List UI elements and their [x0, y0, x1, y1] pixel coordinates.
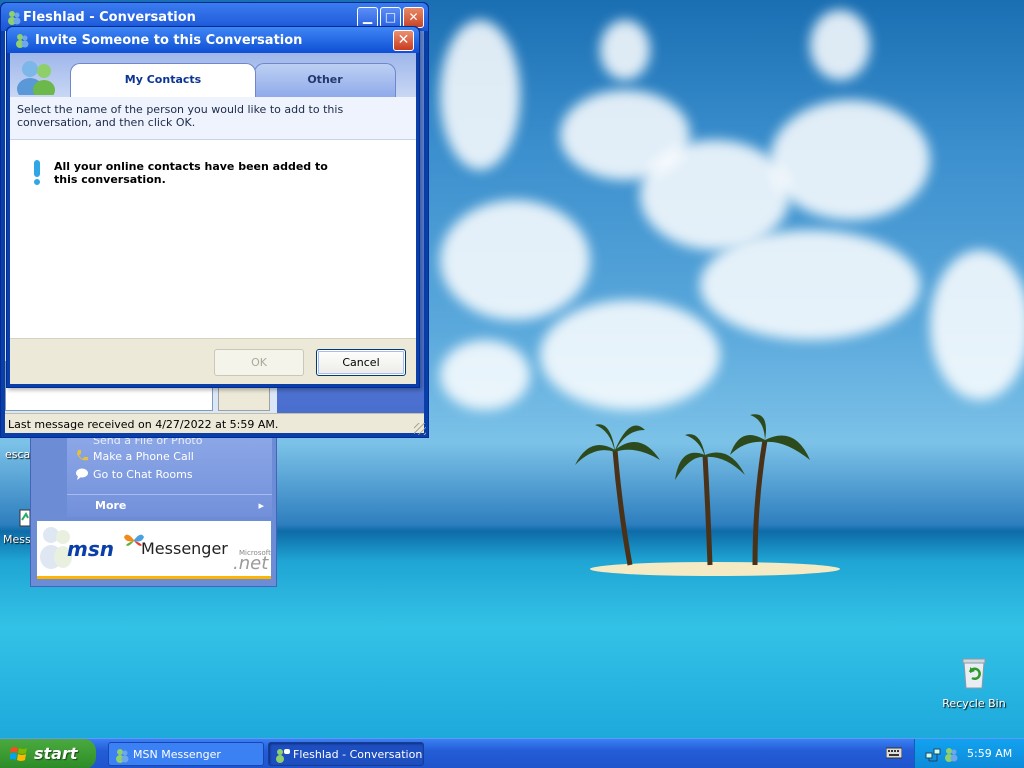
- status-bar: Last message received on 4/27/2022 at 5:…: [5, 413, 424, 433]
- cloud: [770, 100, 930, 220]
- task-phone-call[interactable]: Make a Phone Call: [75, 449, 194, 463]
- messenger-wordmark: Messenger: [141, 539, 228, 558]
- close-icon: ✕: [397, 32, 410, 48]
- minimize-icon: ▁: [362, 10, 373, 24]
- tab-my-contacts[interactable]: My Contacts: [70, 63, 256, 97]
- desktop-icon-recycle-bin[interactable]: Recycle Bin: [939, 656, 1009, 710]
- tab-other[interactable]: Other: [254, 63, 396, 97]
- buddies-icon: [17, 61, 55, 95]
- cloud: [810, 10, 870, 80]
- info-message: All your online contacts have been added…: [54, 160, 328, 186]
- desktop-icon-messenger-partial[interactable]: Messe: [0, 508, 38, 546]
- network-icon[interactable]: [925, 746, 941, 762]
- cancel-button[interactable]: Cancel: [316, 349, 406, 376]
- keyboard-icon[interactable]: [886, 747, 902, 759]
- instructions: Select the name of the person you would …: [10, 97, 416, 140]
- more-label: More: [95, 499, 127, 512]
- close-icon: ✕: [408, 10, 419, 24]
- resize-grip[interactable]: [414, 423, 426, 435]
- net-wordmark: .net: [233, 553, 269, 574]
- cloud: [440, 340, 530, 410]
- start-button[interactable]: start: [0, 739, 96, 768]
- task-label: Fleshlad - Conversation: [293, 748, 423, 761]
- palm-trees: [575, 414, 810, 566]
- tab-label: My Contacts: [124, 73, 202, 86]
- msn-messenger-logo: msn Messenger Microsoft .net: [37, 521, 271, 579]
- taskbar-item-msn-messenger[interactable]: MSN Messenger: [108, 742, 264, 766]
- chevron-right-icon: ▸: [258, 499, 264, 512]
- messenger-buddy-icon: [116, 749, 129, 763]
- cloud: [540, 300, 720, 410]
- cloud: [700, 230, 920, 340]
- more-button[interactable]: More ▸: [67, 494, 272, 515]
- task-label: MSN Messenger: [133, 748, 221, 761]
- minimize-button[interactable]: ▁: [357, 7, 378, 28]
- chat-icon: [76, 468, 88, 480]
- contacts-area: All your online contacts have been added…: [10, 140, 416, 338]
- dialog-close-button[interactable]: ✕: [393, 30, 414, 51]
- phone-icon: [77, 450, 88, 461]
- desktop-icon-partial[interactable]: escar: [0, 448, 35, 461]
- cloud: [440, 20, 520, 170]
- system-tray: 5:59 AM: [914, 739, 1024, 768]
- msn-wordmark: msn: [67, 537, 114, 561]
- taskbar-item-conversation[interactable]: Fleshlad - Conversation: [268, 742, 424, 766]
- close-button[interactable]: ✕: [403, 7, 424, 28]
- conversation-icon: [276, 749, 290, 763]
- dialog-title: Invite Someone to this Conversation: [35, 33, 303, 48]
- desktop-icon-label: Messe: [3, 533, 38, 546]
- recycle-bin-icon: [962, 658, 986, 689]
- messenger-tray-icon[interactable]: [943, 746, 959, 762]
- last-message-status: Last message received on 4/27/2022 at 5:…: [8, 418, 279, 431]
- window-title: Fleshlad - Conversation: [23, 9, 196, 25]
- start-label: start: [34, 744, 78, 763]
- desktop-icon-label: Recycle Bin: [942, 697, 1006, 710]
- task-chat-rooms[interactable]: Go to Chat Rooms: [75, 467, 193, 481]
- ok-button[interactable]: OK: [214, 349, 304, 376]
- cloud: [440, 200, 590, 320]
- taskbar: start MSN Messenger Fleshlad - Conversat…: [0, 738, 1024, 768]
- tab-strip: My Contacts Other: [10, 53, 416, 97]
- dialog-client: My Contacts Other Select the name of the…: [10, 53, 416, 384]
- tab-label: Other: [307, 73, 343, 86]
- dialog-button-area: OK Cancel: [10, 338, 416, 384]
- windows-logo-icon: [10, 747, 27, 761]
- task-label: Go to Chat Rooms: [93, 467, 193, 481]
- invite-dialog: Invite Someone to this Conversation ✕ My…: [6, 26, 420, 388]
- msn-messenger-panel: Send a File or Photo Make a Phone Call G…: [30, 430, 277, 587]
- maximize-button[interactable]: □: [380, 7, 401, 28]
- exclamation-icon: [34, 160, 40, 185]
- task-label: Make a Phone Call: [93, 449, 194, 463]
- desktop-icon-label: escar: [5, 448, 35, 461]
- cloud: [600, 20, 650, 80]
- maximize-icon: □: [384, 10, 397, 24]
- clock[interactable]: 5:59 AM: [967, 747, 1012, 760]
- cloud: [930, 250, 1024, 400]
- messenger-buddy-icon: [16, 34, 29, 48]
- invite-titlebar[interactable]: Invite Someone to this Conversation: [7, 27, 419, 53]
- messenger-buddy-icon: [8, 11, 21, 25]
